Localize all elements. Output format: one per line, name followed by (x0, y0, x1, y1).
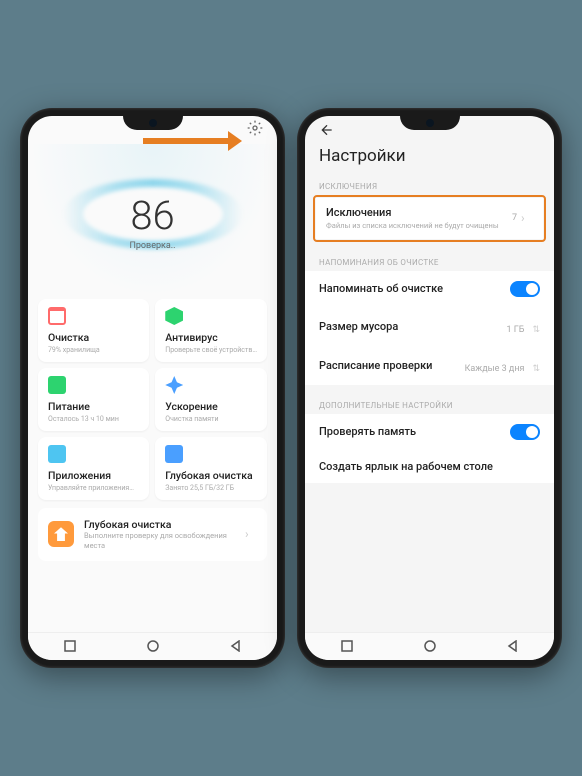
deep-title: Глубокая очистка (84, 518, 235, 531)
tile-sub: Управляйте приложения… (48, 484, 139, 492)
tile-title: Ускорение (165, 400, 257, 413)
deep-clean-icon (48, 521, 74, 547)
notch (400, 116, 460, 130)
check-mem-row[interactable]: Проверять память (305, 414, 554, 450)
tile-title: Глубокая очистка (165, 469, 257, 482)
rocket-icon (165, 376, 183, 394)
battery-icon (48, 376, 66, 394)
arrow-left-icon (319, 122, 335, 138)
tile-apps[interactable]: Приложения Управляйте приложения… (38, 437, 149, 500)
navbar (305, 632, 554, 660)
tile-sub: Проверьте своё устройств… (165, 346, 257, 354)
nav-back-button[interactable] (230, 637, 242, 656)
shortcut-row[interactable]: Создать ярлык на рабочем столе (305, 450, 554, 483)
square-icon (341, 640, 353, 652)
triangle-left-icon (507, 640, 519, 652)
score-label: Проверка.. (129, 241, 175, 251)
section-additional-label: ДОПОЛНИТЕЛЬНЫЕ НАСТРОЙКИ (305, 393, 554, 414)
stepper-icon: ⇅ (532, 364, 540, 374)
chevron-right-icon: › (245, 527, 257, 541)
exceptions-sub: Файлы из списка исключений не будут очищ… (326, 221, 512, 231)
settings-gear-button[interactable] (247, 120, 263, 140)
section-reminders-label: НАПОМИНАНИЯ ОБ ОЧИСТКЕ (305, 250, 554, 271)
exceptions-title: Исключения (326, 206, 512, 219)
triangle-left-icon (230, 640, 242, 652)
nav-recent-button[interactable] (341, 637, 353, 656)
nav-home-button[interactable] (147, 637, 159, 656)
circle-icon (424, 640, 436, 652)
tile-sub: 79% хранилища (48, 346, 139, 354)
exceptions-value: 7 (512, 213, 517, 223)
tile-sub: Осталось 13 ч 10 мин (48, 415, 139, 423)
navbar (28, 632, 277, 660)
tile-title: Очистка (48, 331, 139, 344)
notch (123, 116, 183, 130)
shortcut-title: Создать ярлык на рабочем столе (319, 460, 493, 473)
tiles-grid: Очистка 79% хранилища Антивирус Проверьт… (28, 299, 277, 500)
trash-size-row[interactable]: Размер мусора 1 ГБ ⇅ (305, 307, 554, 346)
check-mem-toggle[interactable] (510, 424, 540, 440)
nav-recent-button[interactable] (64, 637, 76, 656)
exceptions-row[interactable]: Исключения Файлы из списка исключений не… (316, 198, 543, 239)
exceptions-highlight: Исключения Файлы из списка исключений не… (313, 195, 546, 242)
callout-arrow (143, 131, 242, 151)
tile-cleaner[interactable]: Очистка 79% хранилища (38, 299, 149, 362)
remind-title: Напоминать об очистке (319, 282, 443, 295)
chevron-right-icon: › (521, 211, 533, 225)
apps-icon (48, 445, 66, 463)
score-number: 86 (130, 192, 174, 239)
shield-check-icon (165, 307, 183, 325)
tile-sub: Занято 25,5 ГБ/32 ГБ (165, 484, 257, 492)
tile-antivirus[interactable]: Антивирус Проверьте своё устройств… (155, 299, 267, 362)
tile-title: Питание (48, 400, 139, 413)
phone-right: Настройки ИСКЛЮЧЕНИЯ Исключения Файлы из… (297, 108, 562, 668)
screen-right: Настройки ИСКЛЮЧЕНИЯ Исключения Файлы из… (305, 116, 554, 660)
deep-clean-row[interactable]: Глубокая очистка Выполните проверку для … (38, 508, 267, 561)
gear-icon (247, 120, 263, 136)
remind-toggle[interactable] (510, 281, 540, 297)
phone-left: 86 Проверка.. Очистка 79% хранилища Анти… (20, 108, 285, 668)
back-button[interactable] (319, 122, 335, 142)
deep-sub: Выполните проверку для освобождения мест… (84, 531, 235, 551)
stepper-icon: ⇅ (532, 325, 540, 335)
section-exceptions-label: ИСКЛЮЧЕНИЯ (305, 174, 554, 195)
tile-sub: Очистка памяти (165, 415, 257, 423)
nav-back-button[interactable] (507, 637, 519, 656)
tile-title: Приложения (48, 469, 139, 482)
storage-icon (165, 445, 183, 463)
remind-row[interactable]: Напоминать об очистке (305, 271, 554, 307)
tile-title: Антивирус (165, 331, 257, 344)
schedule-row[interactable]: Расписание проверки Каждые 3 дня ⇅ (305, 346, 554, 385)
tile-battery[interactable]: Питание Осталось 13 ч 10 мин (38, 368, 149, 431)
tile-deep-clean[interactable]: Глубокая очистка Занято 25,5 ГБ/32 ГБ (155, 437, 267, 500)
nav-home-button[interactable] (424, 637, 436, 656)
trash-icon (48, 307, 66, 325)
tile-boost[interactable]: Ускорение Очистка памяти (155, 368, 267, 431)
square-icon (64, 640, 76, 652)
schedule-value: Каждые 3 дня (465, 364, 525, 374)
check-mem-title: Проверять память (319, 425, 416, 438)
trash-size-value: 1 ГБ (507, 325, 525, 335)
schedule-title: Расписание проверки (319, 359, 432, 372)
score-area: 86 Проверка.. (28, 144, 277, 299)
page-title: Настройки (305, 146, 554, 174)
circle-icon (147, 640, 159, 652)
screen-left: 86 Проверка.. Очистка 79% хранилища Анти… (28, 116, 277, 660)
trash-size-title: Размер мусора (319, 320, 398, 333)
